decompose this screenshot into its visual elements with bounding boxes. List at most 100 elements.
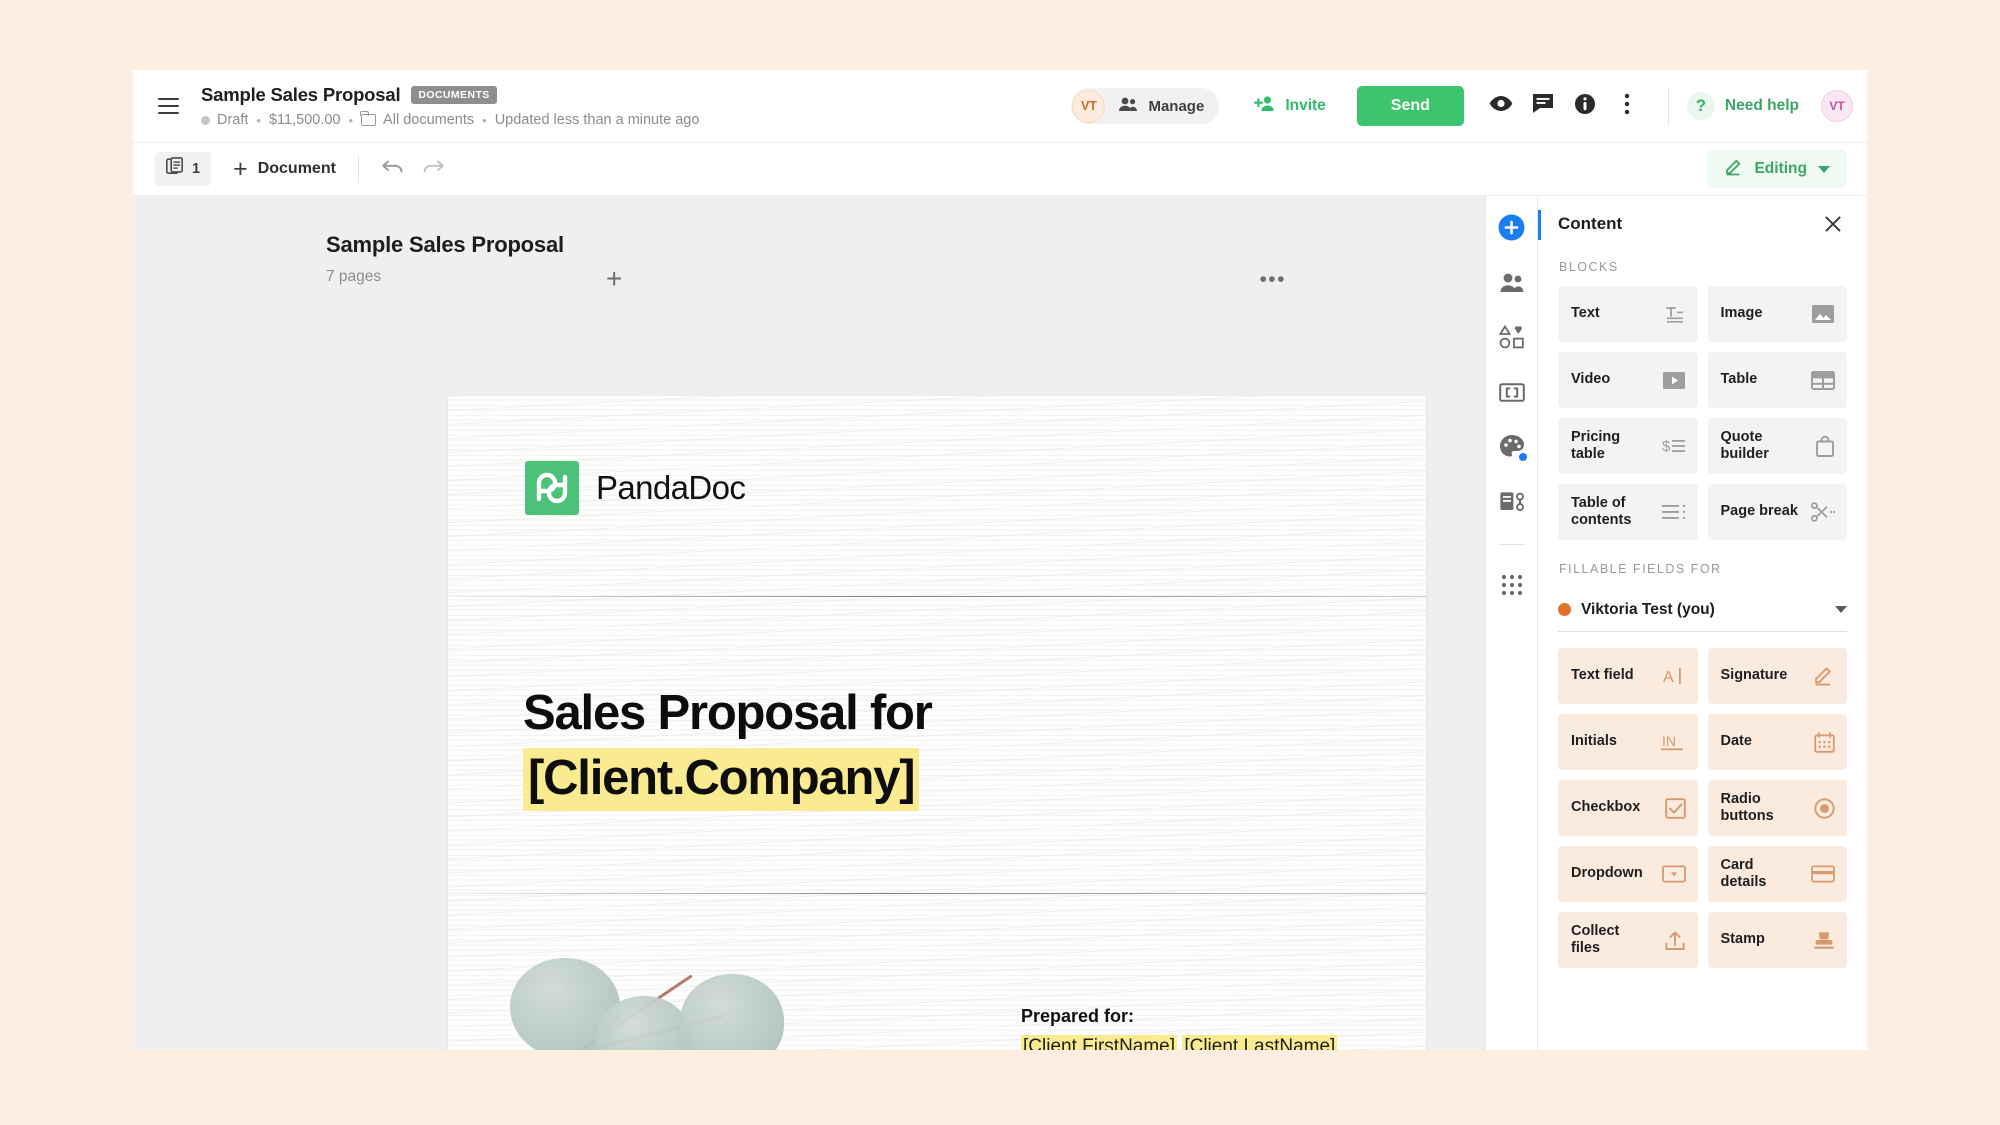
field-tile-text-field[interactable]: Text field A [1558,648,1698,704]
field-tile-card-details[interactable]: Card details [1707,846,1847,902]
undo-icon[interactable] [381,158,405,180]
block-label: Table of contents [1571,494,1632,528]
document-folder[interactable]: All documents [383,112,474,128]
field-tile-initials[interactable]: Initials IN [1558,714,1698,770]
field-label: Card details [1720,856,1767,890]
info-button[interactable] [1566,87,1604,125]
text-icon [1656,304,1686,324]
status-badge: DOCUMENTS [411,86,497,104]
shapes-icon[interactable] [1495,320,1529,354]
manage-label: Manage [1148,97,1205,115]
canvas-header: Sample Sales Proposal 7 pages + ••• [133,196,1485,293]
header-divider [1667,87,1669,125]
people-icon [1118,96,1138,117]
redo-icon[interactable] [421,158,445,180]
client-lastname-token[interactable]: [Client.LastName] [1182,1035,1338,1050]
document-page-1[interactable]: PandaDoc Sales Proposal for [Client.Comp… [448,396,1426,1050]
block-tile-pricing-table[interactable]: Pricing table $ [1558,418,1698,474]
field-tile-date[interactable]: Date [1707,714,1847,770]
separator-3: • [482,112,487,128]
blocks-section-label: BLOCKS [1559,260,1619,274]
pages-selector[interactable]: 1 [155,152,212,186]
client-firstname-token[interactable]: [Client.FirstName] [1021,1035,1178,1050]
block-label: Text [1571,305,1600,322]
field-tile-stamp[interactable]: Stamp [1707,912,1847,968]
block-tile-quote-builder[interactable]: Quote builder [1707,418,1847,474]
sidebar-icon-rail [1485,196,1537,1050]
image-icon [1805,304,1835,324]
block-label: Quote builder [1720,428,1769,462]
block-tile-table[interactable]: Table [1707,352,1847,408]
block-tile-image[interactable]: Image [1707,286,1847,342]
ellipsis-icon[interactable]: ••• [1259,269,1286,290]
add-document-label: Document [257,160,336,177]
block-label: Table [1720,371,1758,388]
field-tile-radio-buttons[interactable]: Radio buttons [1707,780,1847,836]
fillable-fields-label: FILLABLE FIELDS FOR [1559,562,1722,576]
block-label: Image [1720,305,1763,322]
comment-icon [1532,93,1554,119]
content-panel-header: Content [1538,196,1867,252]
send-button[interactable]: Send [1356,86,1464,126]
more-options-button[interactable] [1608,87,1646,125]
block-tile-page-break[interactable]: Page break [1707,484,1847,540]
add-person-icon [1254,95,1276,117]
need-help-button[interactable]: ? Need help [1686,92,1799,120]
close-icon[interactable] [1821,212,1845,236]
folder-icon [360,111,377,126]
eye-icon [1489,95,1513,117]
recipient-select[interactable]: Viktoria Test (you) [1558,588,1847,632]
block-tile-video[interactable]: Video [1558,352,1698,408]
hamburger-icon[interactable] [151,89,185,123]
field-label: Date [1720,733,1752,750]
headline-line-1: Sales Proposal for [523,686,933,740]
prepared-for-label: Prepared for: [1021,1006,1135,1026]
invite-button[interactable]: Invite [1237,86,1343,126]
variables-icon[interactable] [1495,375,1529,409]
notification-dot [1517,452,1528,462]
signature-icon [1805,666,1835,687]
invite-label: Invite [1285,97,1326,114]
separator-1: • [256,112,261,128]
comments-button[interactable] [1524,87,1562,125]
add-document-button[interactable]: + Document [233,156,336,182]
question-mark-icon: ? [1686,92,1715,120]
preview-button[interactable] [1482,87,1520,125]
credit-card-icon [1805,865,1835,883]
pandadoc-mark-icon [525,461,579,515]
recipients-icon[interactable] [1495,265,1529,299]
editing-mode-dropdown[interactable]: Editing [1707,150,1847,188]
field-label: Dropdown [1571,865,1643,882]
user-avatar[interactable]: VT [1821,90,1853,122]
editor-toolbar: 1 + Document Editing [133,142,1867,196]
document-meta: Sample Sales Proposal DOCUMENTS Draft • … [201,84,699,128]
initials-icon: IN [1656,732,1686,752]
field-label: Initials [1571,733,1617,750]
divider-bottom [448,893,1426,894]
document-amount: $11,500.00 [268,112,341,128]
field-tile-dropdown[interactable]: Dropdown [1558,846,1698,902]
pages-count: 1 [192,161,201,177]
field-label: Checkbox [1571,799,1641,816]
pencil-icon [1724,157,1743,181]
document-title-row: Sample Sales Proposal DOCUMENTS [201,84,699,106]
field-label: Signature [1720,667,1788,684]
dropdown-icon [1656,865,1686,883]
field-tile-collect-files[interactable]: Collect files [1558,912,1698,968]
field-tile-checkbox[interactable]: Checkbox [1558,780,1698,836]
manage-recipients-button[interactable]: VT Manage [1071,88,1220,124]
theme-palette-icon[interactable] [1495,430,1529,464]
add-page-icon[interactable]: + [606,265,622,293]
block-tile-text[interactable]: Text [1558,286,1698,342]
headline-company-token[interactable]: [Client.Company] [523,748,920,811]
apps-grid-icon[interactable] [1495,568,1529,602]
editing-mode-label: Editing [1754,160,1807,177]
app-window: Sample Sales Proposal DOCUMENTS Draft • … [133,70,1867,1050]
block-tile-table-of-contents[interactable]: Table of contents [1558,484,1698,540]
field-tile-signature[interactable]: Signature [1707,648,1847,704]
workflow-icon[interactable] [1495,485,1529,519]
app-body: Sample Sales Proposal 7 pages + ••• Pand… [133,196,1867,1050]
pandadoc-wordmark: PandaDoc [596,469,746,506]
add-content-icon[interactable] [1495,210,1529,244]
prepared-for-name-line: [Client.FirstName] [Client.LastName] [1021,1033,1381,1050]
